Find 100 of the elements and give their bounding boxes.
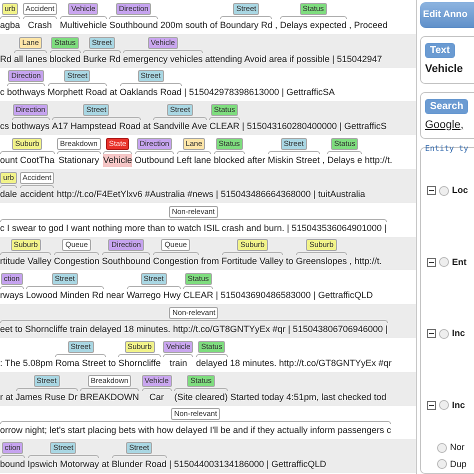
annotated-text[interactable]: delayed [196,356,228,370]
sentence-text: near [106,289,124,302]
span-bracket [220,16,272,19]
annotated-text[interactable]: ount CootTha [0,154,55,167]
annotated-text[interactable]: Morphett Road [48,86,108,100]
entity-type-label[interactable]: Ent [452,256,466,270]
annotated-text[interactable]: rtitude Valley [0,255,52,268]
annotated-text[interactable]: Fortitude Valley [222,255,284,268]
collapse-icon[interactable] [427,400,436,410]
span-bracket [16,388,78,391]
span-bracket [109,16,158,19]
span-bracket [28,455,100,458]
annotated-text[interactable]: Burke Rd [83,52,121,66]
radio-button[interactable] [439,328,449,339]
annotated-text[interactable]: bothways [12,120,50,134]
annotated-text[interactable]: all lanes [14,52,48,66]
annotated-text[interactable]: Sandville Ave [153,120,207,134]
annotated-text[interactable]: Blunder Road [112,458,167,472]
sentence-text: http://t.co/F4EetYlxv6 #Australia #news | 515043486664368000 | tuitAustralia [56,188,366,201]
radio-button[interactable] [439,257,449,268]
sentence-text: , [274,18,278,32]
span-bracket [0,286,24,290]
sentence-text: | 515043690486583000 | GettrafficQLD [216,289,373,302]
annotated-text[interactable]: Crash [28,18,52,32]
span-bracket [48,83,108,86]
sentence-text: http://t. [364,154,392,167]
annotated-text[interactable]: train [170,356,188,370]
entity-type-label[interactable]: Inc [452,327,466,341]
span-bracket [60,16,107,19]
dialog-title: Edit Anno [420,2,474,28]
span-bracket [134,150,174,154]
fieldset-legend: Search [425,98,468,114]
annotated-text[interactable]: Lowood Minden Rd [26,289,104,302]
annotated-text[interactable]: BREAKDOWN [80,390,140,404]
radio-button[interactable] [439,186,449,196]
annotated-text[interactable]: Congestion [152,255,198,268]
annotated-text[interactable]: dale [0,188,18,201]
sentence-text: Rd [0,52,12,66]
annotated-text[interactable]: CLEAR [183,289,214,302]
collapse-icon[interactable] [427,329,436,338]
span-bracket [22,16,58,19]
annotated-text[interactable]: Warrego Hwy [126,289,181,302]
entity-type-label[interactable]: Loc [452,184,468,198]
annotated-text[interactable]: Ipswich Motorway [28,458,100,472]
collapse-icon[interactable] [427,258,436,267]
entity-type-label[interactable]: Inc [452,398,466,412]
span-bracket [0,252,52,256]
span-bracket [268,150,320,154]
sentence-text: from [201,255,219,268]
annotated-text[interactable]: blocked [214,154,245,167]
annotated-text[interactable]: emergency vehicles [123,52,203,66]
annotated-text[interactable]: (Site cleared) [174,390,228,404]
radio-button[interactable] [437,442,447,453]
radio-button[interactable] [437,459,447,470]
collapse-icon[interactable] [427,186,436,196]
annotated-text[interactable]: Delays expected [280,18,347,32]
span-bracket [142,388,172,391]
annotated-text[interactable]: Southbound [102,255,150,268]
annotated-text[interactable]: bound [0,458,26,472]
span-bracket [55,354,106,357]
annotated-text[interactable]: CLEAR [209,120,240,134]
span-bracket [152,252,198,256]
sentence-text: to [108,356,116,370]
annotated-text[interactable]: c I swear to god I want nothing more than to watch ISIL crash and burn. | 515043536064901000 | [0,222,387,235]
annotated-text[interactable]: rways [0,289,24,302]
annotated-text[interactable]: Oaklands Road [120,86,182,100]
span-bracket [126,286,181,290]
search-link[interactable]: Google, [425,116,474,134]
annotated-text[interactable]: A17 Hampstead Road [52,120,141,134]
span-bracket [12,117,50,120]
annotated-text[interactable]: Miskin Street [268,154,320,167]
span-bracket [0,16,20,19]
annotated-text[interactable]: agba [0,18,20,32]
annotated-text[interactable]: orrow night; let's start placing bets with how delayed I'll be and if they actually inform passengers c [0,424,392,438]
annotated-text[interactable]: eet to Shorncliffe train delayed 18 minutes. http://t.co/GT8GNTYyEx #qr | 515043806706946000 | [0,322,388,336]
annotated-text[interactable]: Stationary [58,154,100,167]
annotated-text[interactable]: Car [149,390,164,404]
annotated-text[interactable]: Vehicle [103,154,132,167]
option-label[interactable]: Dup [450,458,467,471]
annotated-text[interactable]: Delays e [327,154,362,167]
span-bracket [209,117,240,120]
annotated-text[interactable]: Outbound [134,154,174,167]
sentence-text: c [0,86,4,100]
sentence-text: to [286,255,294,268]
annotated-text[interactable]: Left lane [176,154,212,167]
radio-button[interactable] [439,400,449,410]
annotated-text[interactable]: bothways [7,86,46,100]
annotated-text[interactable]: Greenslopes [296,255,347,268]
annotated-text[interactable]: accident [20,188,54,201]
option-label[interactable]: Nor [450,441,465,454]
annotated-text[interactable]: Boundary Rd [220,18,272,32]
span-bracket [214,150,245,154]
annotated-text[interactable]: Congestion [54,255,100,268]
annotated-text[interactable]: Multivehicle [60,18,107,32]
annotated-text[interactable]: Shorncliffe [118,356,161,370]
annotated-text[interactable]: Roma Street [55,356,106,370]
annotated-text[interactable]: blocked [50,52,81,66]
annotated-text[interactable]: James Ruse Dr [16,390,78,404]
span-bracket [80,388,140,391]
annotated-text[interactable]: Southbound [109,18,158,32]
